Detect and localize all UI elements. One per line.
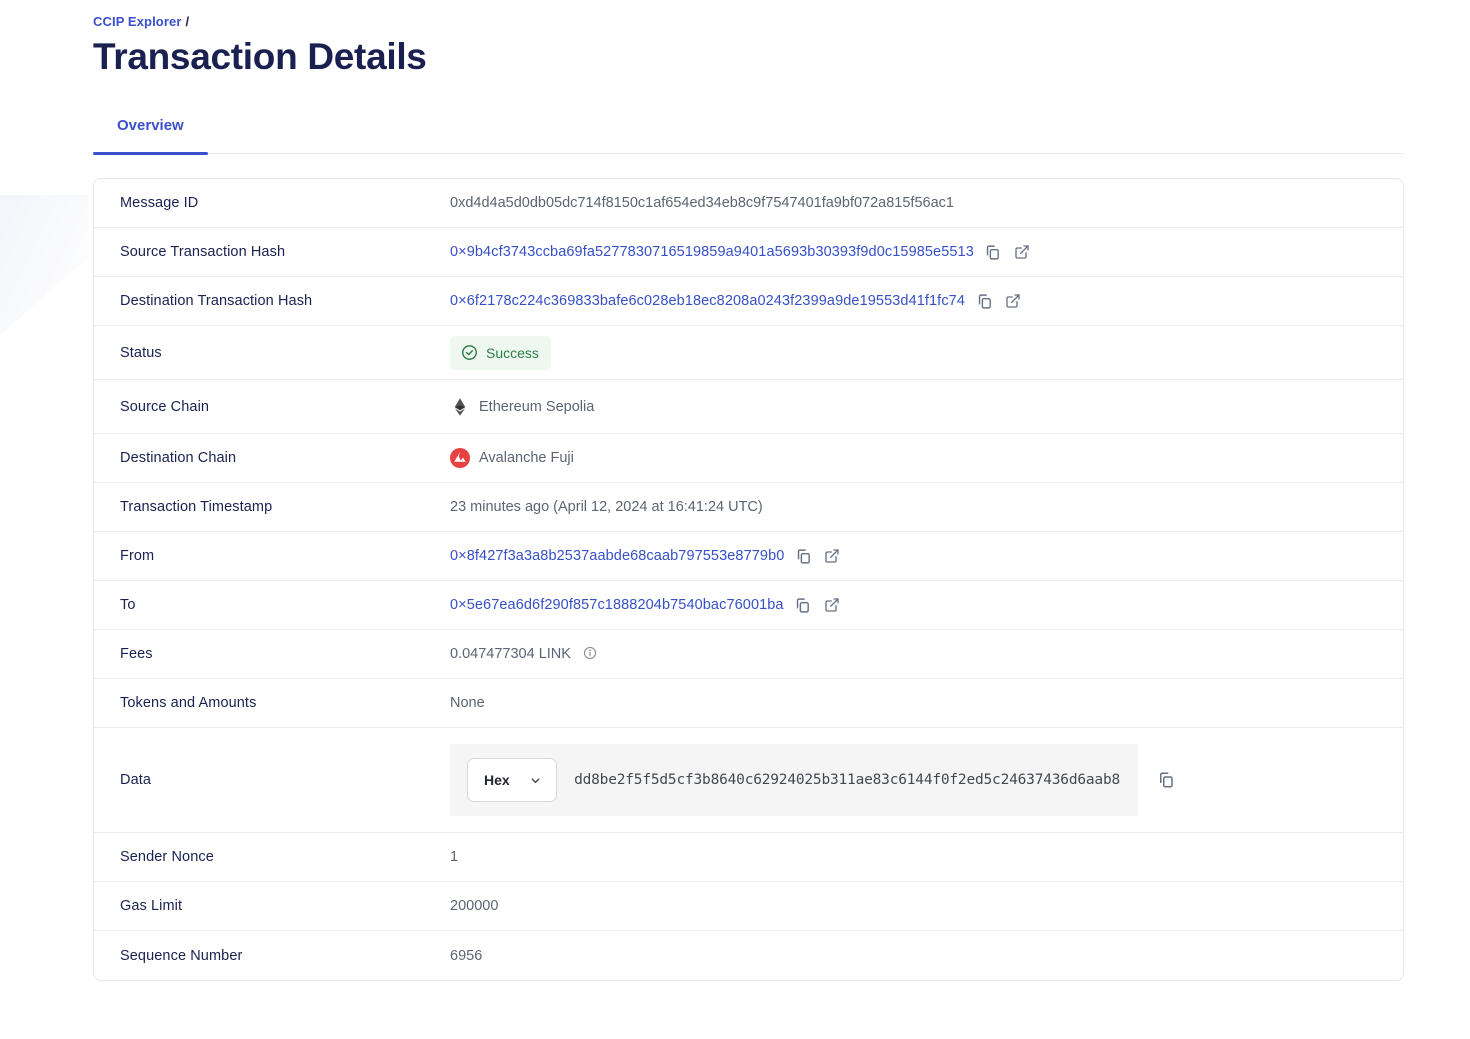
message-id-text: 0xd4d4a5d0db05dc714f8150c1af654ed34eb8c9… [450,195,954,211]
row-dest-tx-hash: Destination Transaction Hash 0×6f2178c22… [94,277,1403,326]
to-address-link[interactable]: 0×5e67ea6d6f290f857c1888204b7540bac76001… [450,597,784,613]
tokens-text: None [450,695,485,711]
row-sequence-number: Sequence Number 6956 [94,931,1403,980]
row-label: Destination Transaction Hash [94,293,450,309]
row-label: Destination Chain [94,450,450,466]
row-label: Message ID [94,195,450,211]
source-tx-hash-link[interactable]: 0×9b4cf3743ccba69fa5277830716519859a9401… [450,244,974,260]
row-fees: Fees 0.047477304 LINK [94,630,1403,679]
copy-icon[interactable] [1156,770,1176,790]
row-label: Sequence Number [94,948,450,964]
row-source-chain: Source Chain Ethereum Sepolia [94,380,1403,434]
row-sender-nonce: Sender Nonce 1 [94,833,1403,882]
row-dest-chain: Destination Chain Avalanche Fuji [94,434,1403,483]
data-format-selected: Hex [484,772,510,788]
copy-icon[interactable] [793,595,813,615]
external-link-icon[interactable] [822,546,842,566]
row-label: Fees [94,646,450,662]
breadcrumb-link-ccip-explorer[interactable]: CCIP Explorer [93,14,181,29]
row-label: From [94,548,450,564]
timestamp-text: 23 minutes ago (April 12, 2024 at 16:41:… [450,499,763,515]
avalanche-icon [450,448,470,468]
row-to: To 0×5e67ea6d6f290f857c1888204b7540bac76… [94,581,1403,630]
external-link-icon[interactable] [1012,242,1032,262]
row-label: To [94,597,450,613]
data-format-select[interactable]: Hex [467,758,557,802]
row-label: Sender Nonce [94,849,450,865]
dest-tx-hash-link[interactable]: 0×6f2178c224c369833bafe6c028eb18ec8208a0… [450,293,965,309]
fees-text: 0.047477304 LINK [450,646,571,662]
data-hex-text: dd8be2f5f5d5cf3b8640c62924025b311ae83c61… [574,772,1120,788]
gas-limit-text: 200000 [450,898,498,914]
row-data: Data Hex dd8be2f5f5d5cf3b8640c62924025b3… [94,728,1403,833]
row-timestamp: Transaction Timestamp 23 minutes ago (Ap… [94,483,1403,532]
info-icon[interactable] [580,643,600,663]
from-address-link[interactable]: 0×8f427f3a3a8b2537aabde68caab797553e8779… [450,548,784,564]
external-link-icon[interactable] [1003,291,1023,311]
dest-chain-value: Avalanche Fuji [450,448,574,468]
breadcrumb: CCIP Explorer / [93,14,1404,29]
row-label: Source Transaction Hash [94,244,450,260]
data-value-wrap: Hex dd8be2f5f5d5cf3b8640c62924025b311ae8… [450,744,1176,816]
sender-nonce-text: 1 [450,849,458,865]
source-chain-name: Ethereum Sepolia [479,399,594,415]
transaction-details-card: Message ID 0xd4d4a5d0db05dc714f8150c1af6… [93,178,1404,981]
transaction-details-page: CCIP Explorer / Transaction Details Overv… [0,0,1470,981]
tab-overview[interactable]: Overview [93,117,208,153]
row-from: From 0×8f427f3a3a8b2537aabde68caab797553… [94,532,1403,581]
sequence-number-text: 6956 [450,948,482,964]
external-link-icon[interactable] [822,595,842,615]
row-label: Tokens and Amounts [94,695,450,711]
row-tokens: Tokens and Amounts None [94,679,1403,728]
row-source-tx-hash: Source Transaction Hash 0×9b4cf3743ccba6… [94,228,1403,277]
tab-bar: Overview [93,117,1404,154]
row-label: Data [94,772,450,788]
page-title: Transaction Details [93,36,1404,78]
copy-icon[interactable] [793,546,813,566]
copy-icon[interactable] [974,291,994,311]
data-hex-box: Hex dd8be2f5f5d5cf3b8640c62924025b311ae8… [450,744,1138,816]
row-label: Source Chain [94,399,450,415]
status-text: Success [486,345,539,361]
ethereum-icon [450,397,470,417]
row-label: Gas Limit [94,898,450,914]
source-chain-value: Ethereum Sepolia [450,397,594,417]
breadcrumb-separator: / [185,14,189,29]
row-label: Status [94,345,450,361]
dest-chain-name: Avalanche Fuji [479,450,574,466]
copy-icon[interactable] [983,242,1003,262]
check-circle-icon [459,343,479,363]
chevron-down-icon [528,773,542,787]
row-gas-limit: Gas Limit 200000 [94,882,1403,931]
row-message-id: Message ID 0xd4d4a5d0db05dc714f8150c1af6… [94,179,1403,228]
row-label: Transaction Timestamp [94,499,450,515]
status-badge: Success [450,336,551,370]
message-id-value: 0xd4d4a5d0db05dc714f8150c1af654ed34eb8c9… [450,195,1403,211]
row-status: Status Success [94,326,1403,380]
